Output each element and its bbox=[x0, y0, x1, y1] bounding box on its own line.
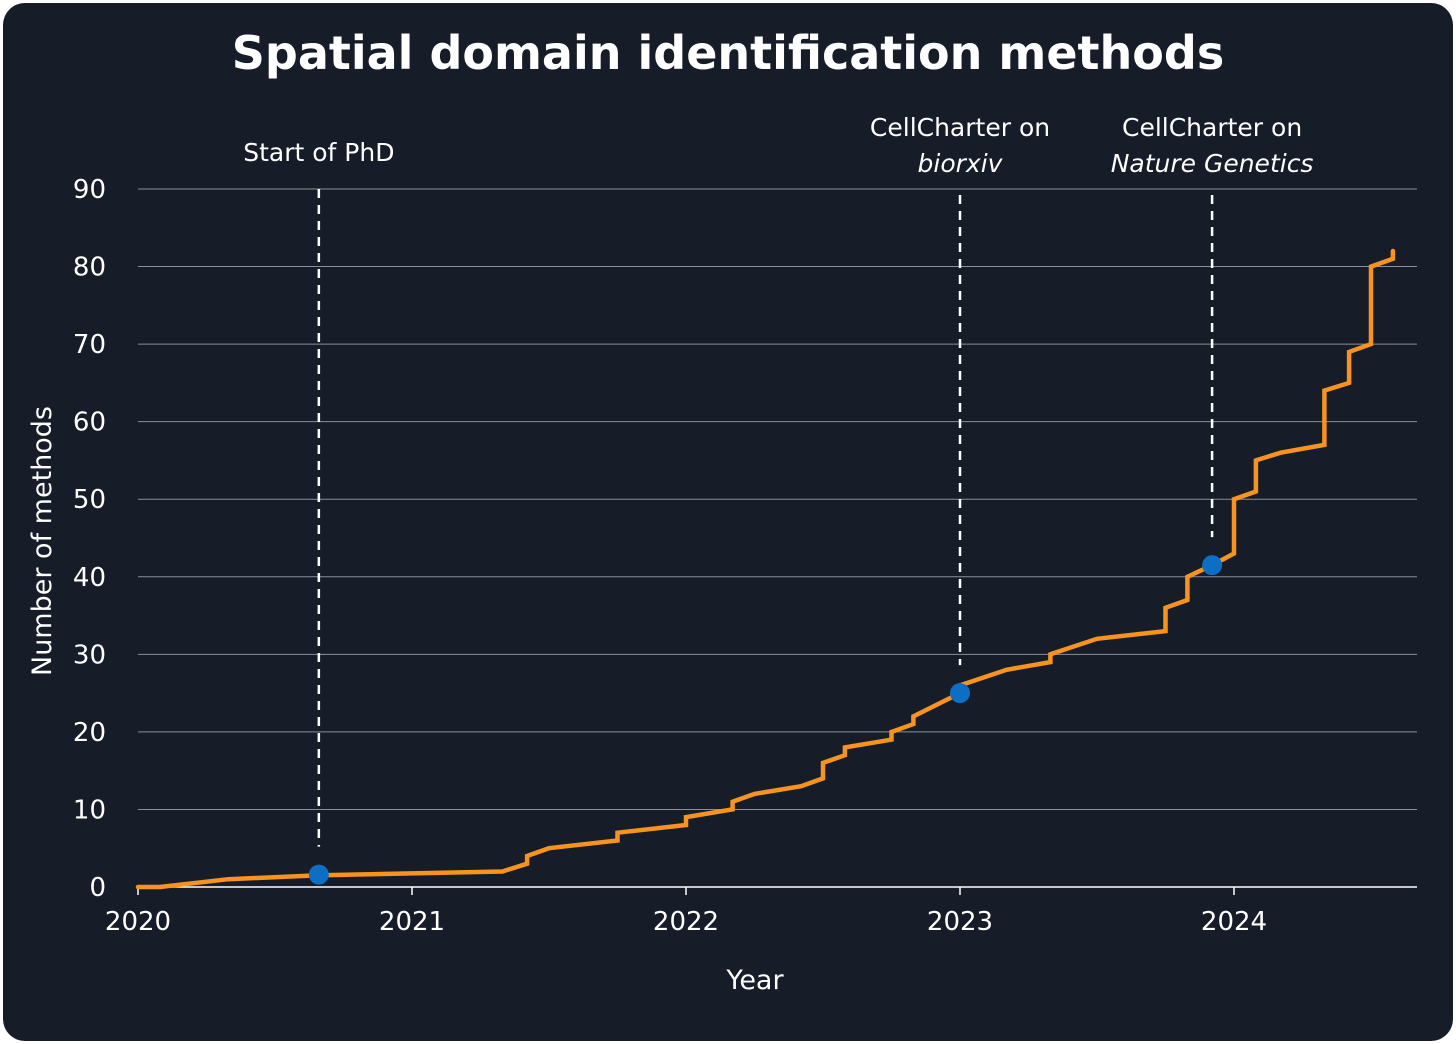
x-tick-label: 2022 bbox=[653, 907, 719, 937]
x-tick-label: 2023 bbox=[927, 907, 993, 937]
chart-card: Start of PhD CellCharter on biorxiv CellCha… bbox=[3, 3, 1453, 1041]
y-tick-label: 70 bbox=[73, 330, 106, 360]
annotation-marker bbox=[308, 864, 329, 885]
annotation-label: biorxiv bbox=[918, 149, 1004, 178]
y-tick-label: 10 bbox=[73, 795, 106, 825]
y-tick-label: 50 bbox=[73, 485, 106, 515]
annotation-marker bbox=[1202, 555, 1223, 576]
y-tick-label: 30 bbox=[73, 640, 106, 670]
y-tick-label: 20 bbox=[73, 718, 106, 748]
y-tick-label: 0 bbox=[89, 873, 106, 903]
y-tick-label: 40 bbox=[73, 563, 106, 593]
marker-layer bbox=[308, 555, 1223, 885]
annotation-layer: Start of PhD CellCharter on biorxiv CellCha… bbox=[243, 113, 1313, 847]
x-tick-label: 2020 bbox=[105, 907, 171, 937]
chart-svg: Start of PhD CellCharter on biorxiv CellCha… bbox=[27, 26, 1417, 996]
annotation-marker bbox=[950, 683, 970, 704]
annotation-label: Nature Genetics bbox=[1111, 149, 1314, 178]
chart-title: Spatial domain identification methods bbox=[232, 26, 1224, 80]
annotation-label: Start of PhD bbox=[243, 138, 394, 167]
annotation-label: CellCharter on bbox=[1122, 113, 1302, 142]
grid-layer bbox=[138, 188, 1417, 810]
x-tick-label: 2024 bbox=[1201, 907, 1267, 937]
x-axis-label: Year bbox=[725, 965, 784, 996]
y-tick-label: 60 bbox=[73, 408, 106, 438]
x-tick-label: 2021 bbox=[379, 907, 445, 937]
y-tick-label: 90 bbox=[73, 175, 106, 205]
annotation-label: CellCharter on bbox=[870, 113, 1050, 142]
y-axis-label: Number of methods bbox=[27, 406, 58, 676]
y-tick-label: 80 bbox=[73, 253, 106, 283]
